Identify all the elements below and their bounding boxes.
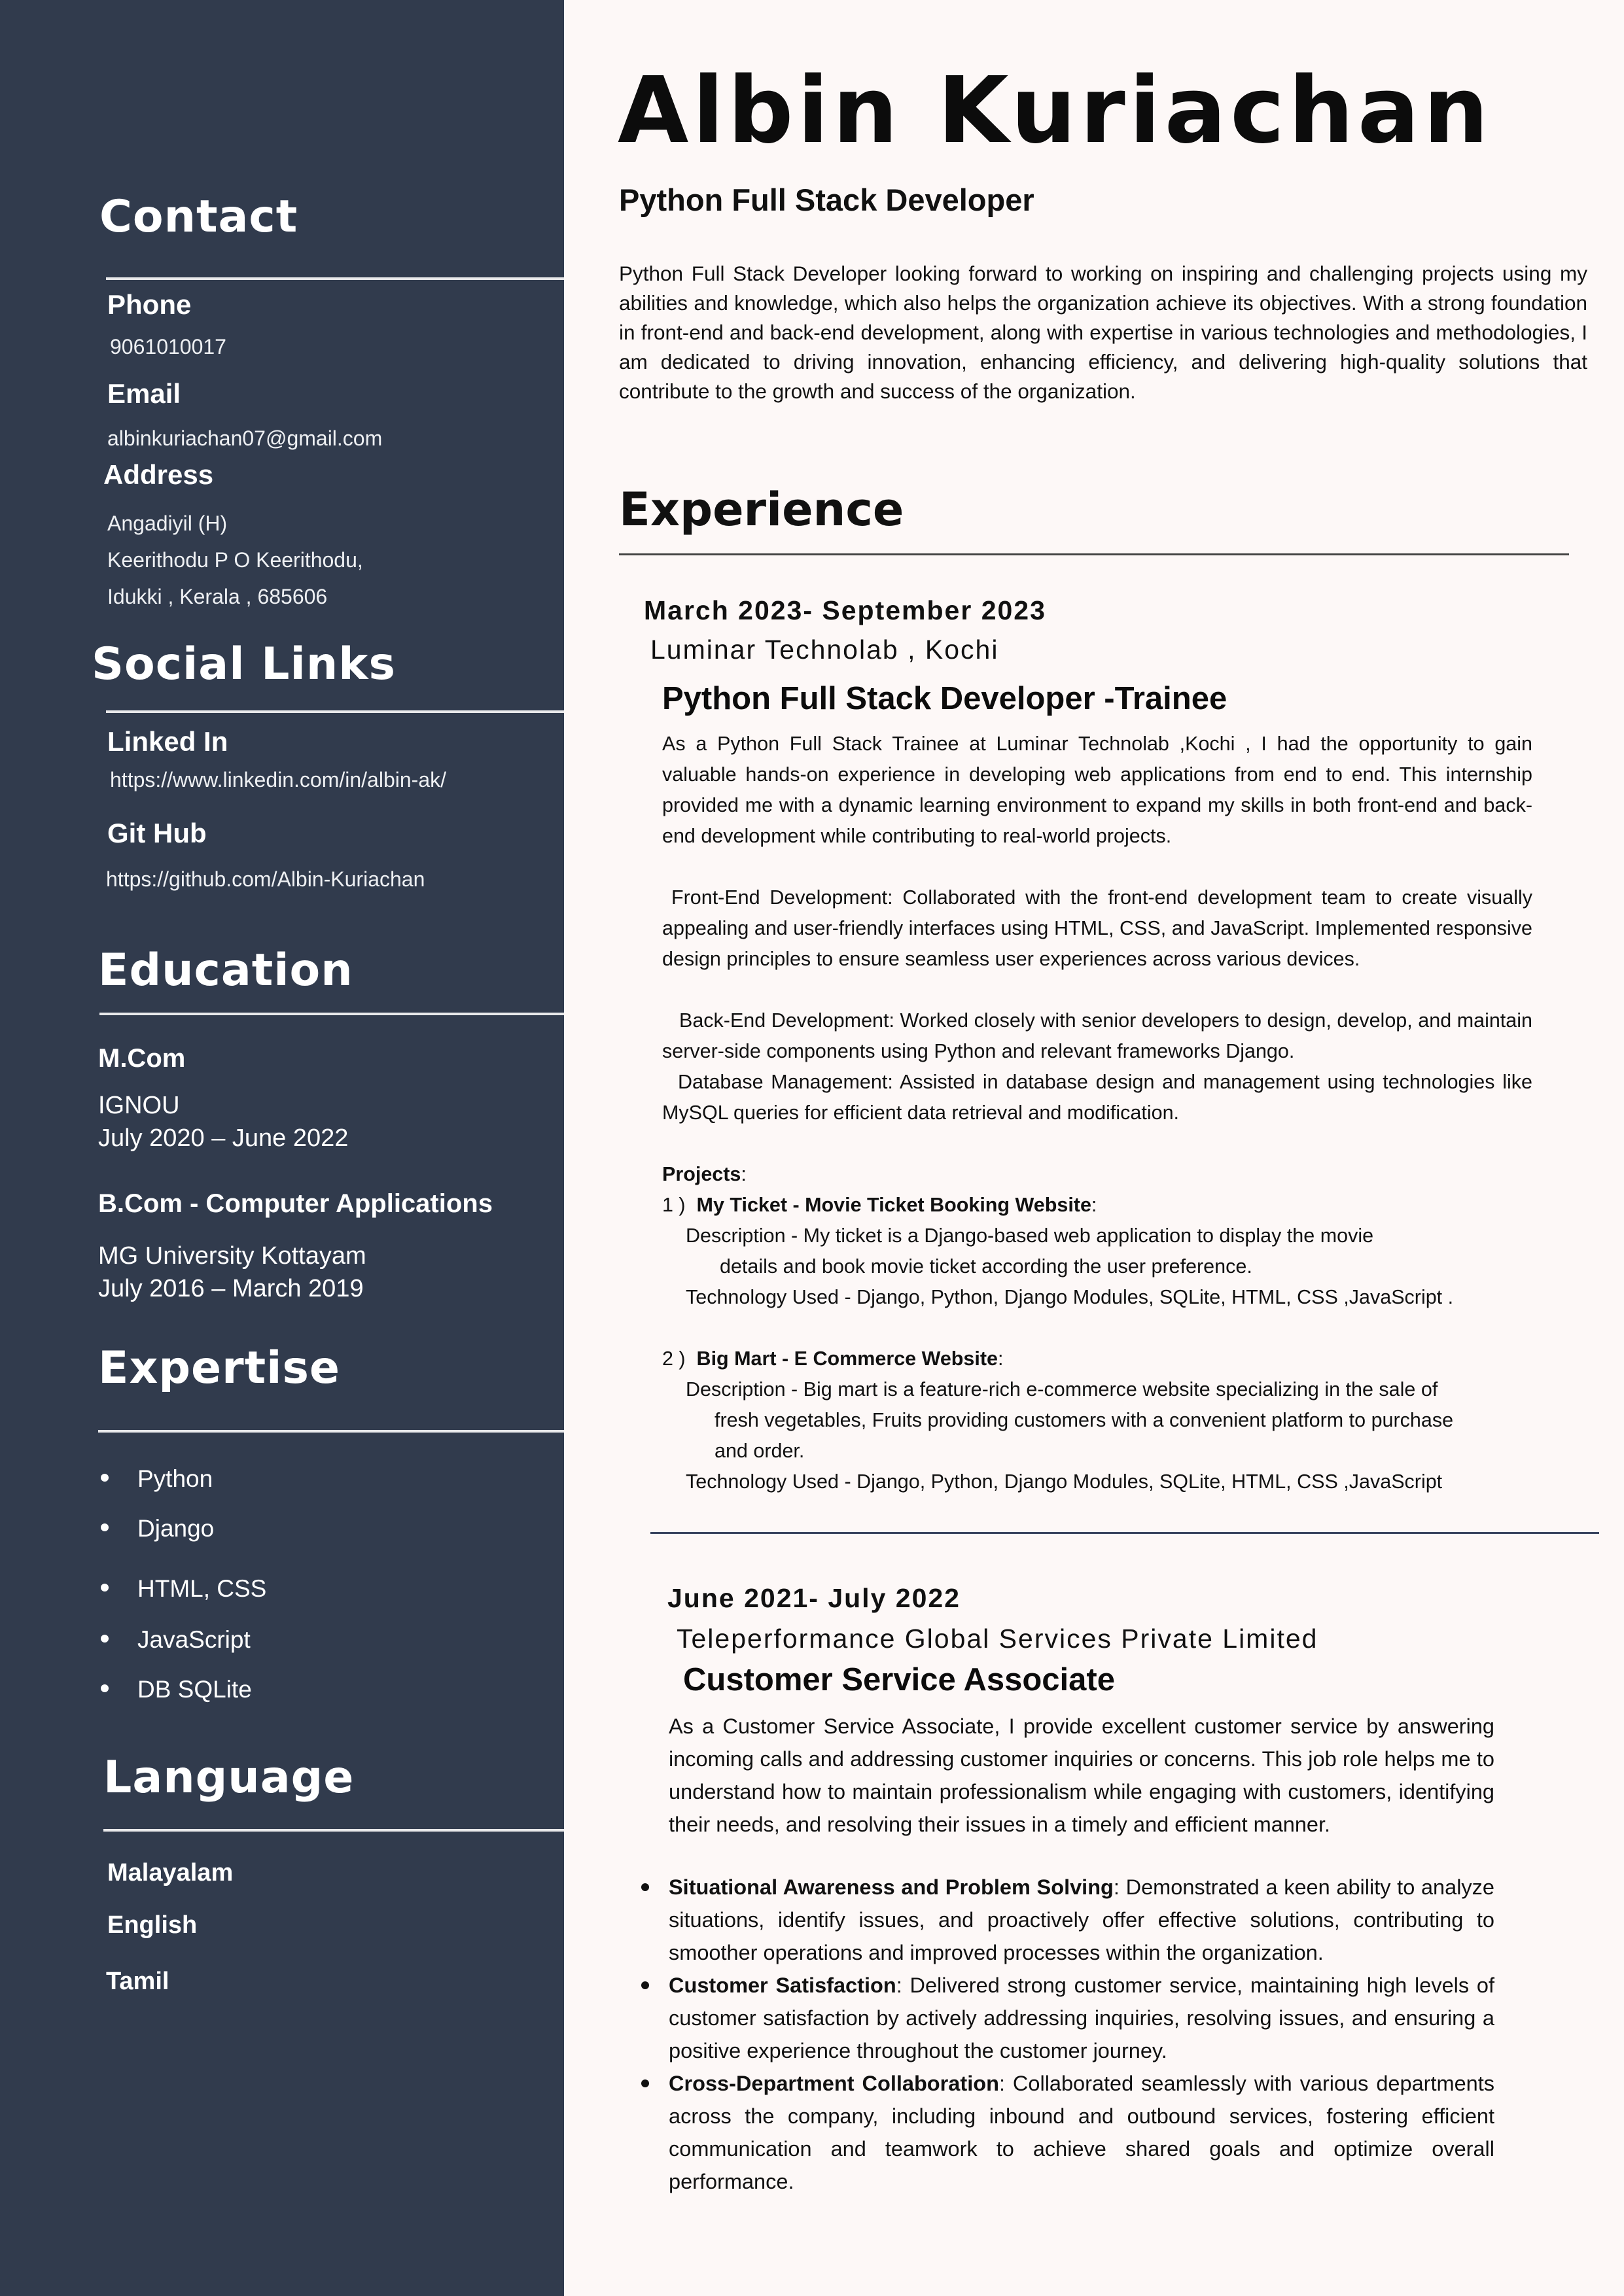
- education-school: IGNOU: [98, 1092, 180, 1119]
- email-value[interactable]: albinkuriachan07@gmail.com: [107, 420, 382, 457]
- education-degree: M.Com: [98, 1044, 186, 1073]
- job-database-text: Database Management: Assisted in databas…: [662, 1071, 1532, 1124]
- contact-rule: [106, 277, 564, 280]
- project-title: 1 ) My Ticket - Movie Ticket Booking Web…: [662, 1194, 1097, 1216]
- education-period: July 2016 – March 2019: [98, 1275, 364, 1302]
- job-company: Luminar Technolab , Kochi: [650, 635, 999, 665]
- sidebar: Contact Phone 9061010017 Email albinkuri…: [0, 0, 564, 2296]
- phone-value: 9061010017: [110, 335, 226, 358]
- main-content: Albin Kuriachan Python Full Stack Develo…: [564, 0, 1624, 2296]
- address-line: Idukki , Kerala , 685606: [107, 585, 328, 608]
- candidate-role: Python Full Stack Developer: [619, 183, 1034, 217]
- highlight-item: Customer Satisfaction: Delivered strong …: [641, 1969, 1494, 2067]
- email-label: Email: [107, 378, 181, 409]
- language-item: Malayalam: [107, 1859, 234, 1887]
- education-degree: B.Com - Computer Applications: [98, 1189, 493, 1218]
- education-rule: [99, 1013, 564, 1015]
- job-description: As a Python Full Stack Trainee at Lumina…: [662, 733, 1532, 847]
- job-divider: [650, 1532, 1599, 1534]
- github-label: Git Hub: [107, 818, 207, 848]
- education-heading: Education: [98, 945, 353, 996]
- project-description: Description - My ticket is a Django-base…: [686, 1225, 1374, 1247]
- social-rule: [106, 710, 564, 713]
- language-item: Tamil: [106, 1968, 169, 1995]
- job-company: Teleperformance Global Services Private …: [677, 1624, 1318, 1654]
- language-heading: Language: [103, 1752, 355, 1803]
- expertise-heading: Expertise: [98, 1342, 341, 1394]
- language-item: English: [107, 1911, 198, 1939]
- job-dates: March 2023- September 2023: [644, 595, 1046, 625]
- experience-rule: [619, 553, 1569, 555]
- job-title: Customer Service Associate: [683, 1662, 1115, 1697]
- project-description: details and book movie ticket according …: [720, 1255, 1252, 1278]
- expertise-item: HTML, CSS: [101, 1575, 266, 1603]
- bullet-icon: [641, 2079, 649, 2087]
- job-frontend-text: Front-End Development: Collaborated with…: [662, 886, 1532, 970]
- project-description: and order.: [715, 1440, 805, 1462]
- highlight-item: Situational Awareness and Problem Solvin…: [641, 1871, 1494, 1969]
- job-backend-text: Back-End Development: Worked closely wit…: [662, 1009, 1532, 1062]
- education-period: July 2020 – June 2022: [98, 1124, 349, 1152]
- project-description: fresh vegetables, Fruits providing custo…: [715, 1409, 1454, 1431]
- expertise-item: DB SQLite: [101, 1676, 252, 1703]
- experience-heading: Experience: [619, 483, 904, 536]
- job-dates: June 2021- July 2022: [667, 1583, 961, 1613]
- expertise-item: Python: [101, 1465, 213, 1493]
- bullet-icon: [101, 1684, 109, 1693]
- bullet-icon: [101, 1474, 109, 1482]
- language-rule: [103, 1829, 564, 1832]
- highlight-item: Cross-Department Collaboration: Collabor…: [641, 2067, 1494, 2198]
- job-title: Python Full Stack Developer -Trainee: [662, 681, 1227, 716]
- education-school: MG University Kottayam: [98, 1242, 366, 1270]
- social-links-heading: Social Links: [92, 638, 396, 690]
- address-line: Angadiyil (H): [107, 512, 228, 535]
- projects-label: Projects:: [662, 1163, 747, 1185]
- job-description: As a Customer Service Associate, I provi…: [669, 1714, 1494, 1836]
- project-description: Description - Big mart is a feature-rich…: [686, 1378, 1438, 1400]
- linkedin-label: Linked In: [107, 726, 228, 757]
- expertise-item: JavaScript: [101, 1626, 251, 1654]
- profile-summary: Python Full Stack Developer looking forw…: [619, 262, 1587, 403]
- phone-label: Phone: [107, 289, 192, 320]
- project-title: 2 ) Big Mart - E Commerce Website:: [662, 1348, 1004, 1370]
- expertise-rule: [98, 1430, 564, 1433]
- address-label: Address: [103, 459, 214, 490]
- github-link[interactable]: https://github.com/Albin-Kuriachan: [106, 861, 425, 897]
- address-line: Keerithodu P O Keerithodu,: [107, 548, 363, 572]
- expertise-item: Django: [101, 1515, 214, 1542]
- bullet-icon: [101, 1584, 109, 1592]
- project-technology: Technology Used - Django, Python, Django…: [686, 1470, 1443, 1493]
- bullet-icon: [101, 1523, 109, 1532]
- bullet-icon: [101, 1635, 109, 1643]
- job-highlights: Situational Awareness and Problem Solvin…: [641, 1871, 1494, 2198]
- project-technology: Technology Used - Django, Python, Django…: [686, 1286, 1454, 1308]
- linkedin-link[interactable]: https://www.linkedin.com/in/albin-ak/: [110, 761, 446, 798]
- candidate-name: Albin Kuriachan: [618, 58, 1492, 164]
- bullet-icon: [641, 1883, 649, 1891]
- contact-heading: Contact: [99, 191, 298, 243]
- bullet-icon: [641, 1981, 649, 1989]
